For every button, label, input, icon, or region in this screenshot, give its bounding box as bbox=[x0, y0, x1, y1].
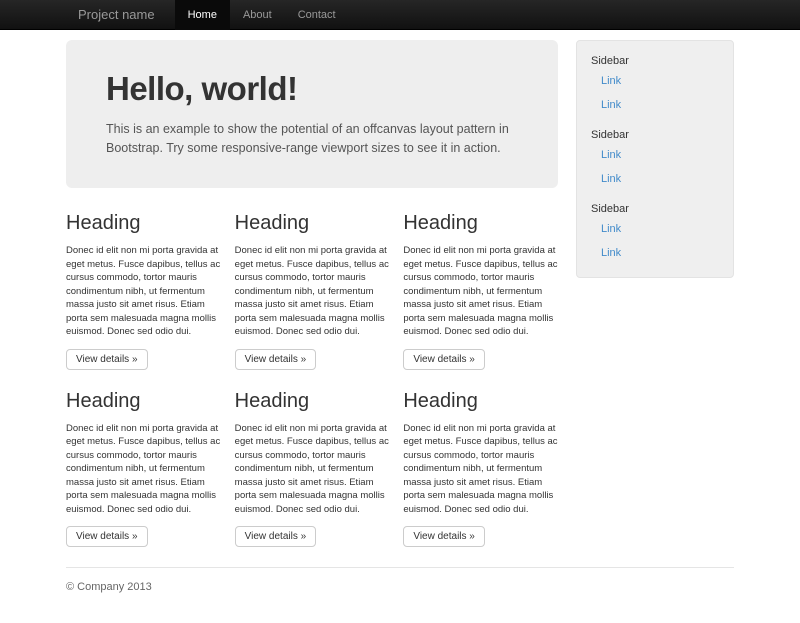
view-details-button[interactable]: View details » bbox=[235, 349, 317, 370]
card-body-text: Donec id elit non mi porta gravida at eg… bbox=[66, 422, 221, 517]
main-column: Hello, world! This is an example to show… bbox=[66, 40, 558, 547]
jumbotron: Hello, world! This is an example to show… bbox=[66, 40, 558, 188]
page-title: Hello, world! bbox=[106, 70, 518, 108]
jumbotron-description: This is an example to show the potential… bbox=[106, 120, 518, 158]
sidebar-link[interactable]: Link bbox=[591, 241, 719, 265]
nav-item-about[interactable]: About bbox=[230, 0, 285, 30]
sidebar-link[interactable]: Link bbox=[591, 143, 719, 167]
card: Heading Donec id elit non mi porta gravi… bbox=[235, 390, 390, 548]
card: Heading Donec id elit non mi porta gravi… bbox=[66, 390, 221, 548]
sidebar-link[interactable]: Link bbox=[591, 167, 719, 191]
nav-item-contact[interactable]: Contact bbox=[285, 0, 349, 30]
top-navbar: Project name Home About Contact bbox=[0, 0, 800, 30]
card-heading: Heading bbox=[66, 212, 221, 235]
card-body-text: Donec id elit non mi porta gravida at eg… bbox=[403, 422, 558, 517]
card-heading: Heading bbox=[403, 390, 558, 413]
card-body-text: Donec id elit non mi porta gravida at eg… bbox=[66, 244, 221, 339]
copyright-text: © Company 2013 bbox=[66, 581, 152, 593]
sidebar-group: Sidebar Link Link bbox=[591, 49, 719, 117]
card-heading: Heading bbox=[235, 390, 390, 413]
card-heading: Heading bbox=[403, 212, 558, 235]
navbar-container: Project name Home About Contact bbox=[66, 0, 734, 30]
sidebar-link[interactable]: Link bbox=[591, 217, 719, 241]
view-details-button[interactable]: View details » bbox=[235, 526, 317, 547]
card-heading: Heading bbox=[66, 390, 221, 413]
card: Heading Donec id elit non mi porta gravi… bbox=[403, 390, 558, 548]
sidebar-group-header: Sidebar bbox=[591, 49, 719, 69]
view-details-button[interactable]: View details » bbox=[66, 526, 148, 547]
view-details-button[interactable]: View details » bbox=[403, 349, 485, 370]
card: Heading Donec id elit non mi porta gravi… bbox=[403, 212, 558, 370]
view-details-button[interactable]: View details » bbox=[403, 526, 485, 547]
navbar-brand[interactable]: Project name bbox=[66, 0, 175, 30]
card-body-text: Donec id elit non mi porta gravida at eg… bbox=[235, 422, 390, 517]
sidebar-group-header: Sidebar bbox=[591, 197, 719, 217]
sidebar-group: Sidebar Link Link bbox=[591, 197, 719, 265]
card: Heading Donec id elit non mi porta gravi… bbox=[235, 212, 390, 370]
navbar-menu: Home About Contact bbox=[175, 0, 349, 30]
footer-container: © Company 2013 bbox=[66, 567, 734, 623]
footer: © Company 2013 bbox=[66, 567, 734, 623]
cards-row-2: Heading Donec id elit non mi porta gravi… bbox=[66, 390, 558, 548]
sidebar-link[interactable]: Link bbox=[591, 69, 719, 93]
card-body-text: Donec id elit non mi porta gravida at eg… bbox=[403, 244, 558, 339]
sidebar-panel: Sidebar Link Link Sidebar Link Link Side… bbox=[576, 40, 734, 278]
card: Heading Donec id elit non mi porta gravi… bbox=[66, 212, 221, 370]
sidebar-group: Sidebar Link Link bbox=[591, 123, 719, 191]
sidebar-column: Sidebar Link Link Sidebar Link Link Side… bbox=[576, 40, 734, 547]
view-details-button[interactable]: View details » bbox=[66, 349, 148, 370]
card-body-text: Donec id elit non mi porta gravida at eg… bbox=[235, 244, 390, 339]
sidebar-link[interactable]: Link bbox=[591, 93, 719, 117]
card-heading: Heading bbox=[235, 212, 390, 235]
cards-row-1: Heading Donec id elit non mi porta gravi… bbox=[66, 212, 558, 370]
page-container: Hello, world! This is an example to show… bbox=[66, 30, 734, 547]
nav-item-home[interactable]: Home bbox=[175, 0, 230, 30]
sidebar-group-header: Sidebar bbox=[591, 123, 719, 143]
